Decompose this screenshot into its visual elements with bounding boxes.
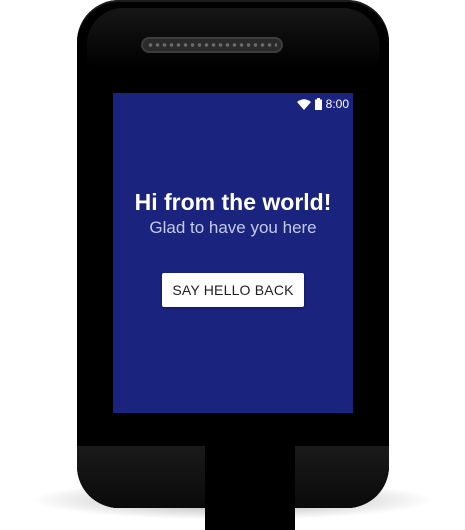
earpiece-speaker (141, 37, 283, 53)
device-stage: 8:00 Hi from the world! Glad to have you… (0, 0, 465, 530)
say-hello-back-button[interactable]: SAY HELLO BACK (162, 273, 304, 307)
status-icons: 8:00 (296, 97, 349, 111)
greeting-content: Hi from the world! Glad to have you here (113, 188, 353, 238)
status-bar: 8:00 (113, 93, 353, 115)
speaker-rim (141, 37, 283, 53)
status-time: 8:00 (325, 97, 349, 111)
battery-icon (314, 98, 322, 110)
page-title: Hi from the world! (134, 189, 332, 215)
wifi-icon (296, 98, 311, 110)
app-screen: 8:00 Hi from the world! Glad to have you… (113, 93, 353, 413)
phone-chin-center (205, 446, 295, 530)
page-subtitle: Glad to have you here (149, 218, 317, 237)
phone-chin-left (77, 446, 205, 508)
